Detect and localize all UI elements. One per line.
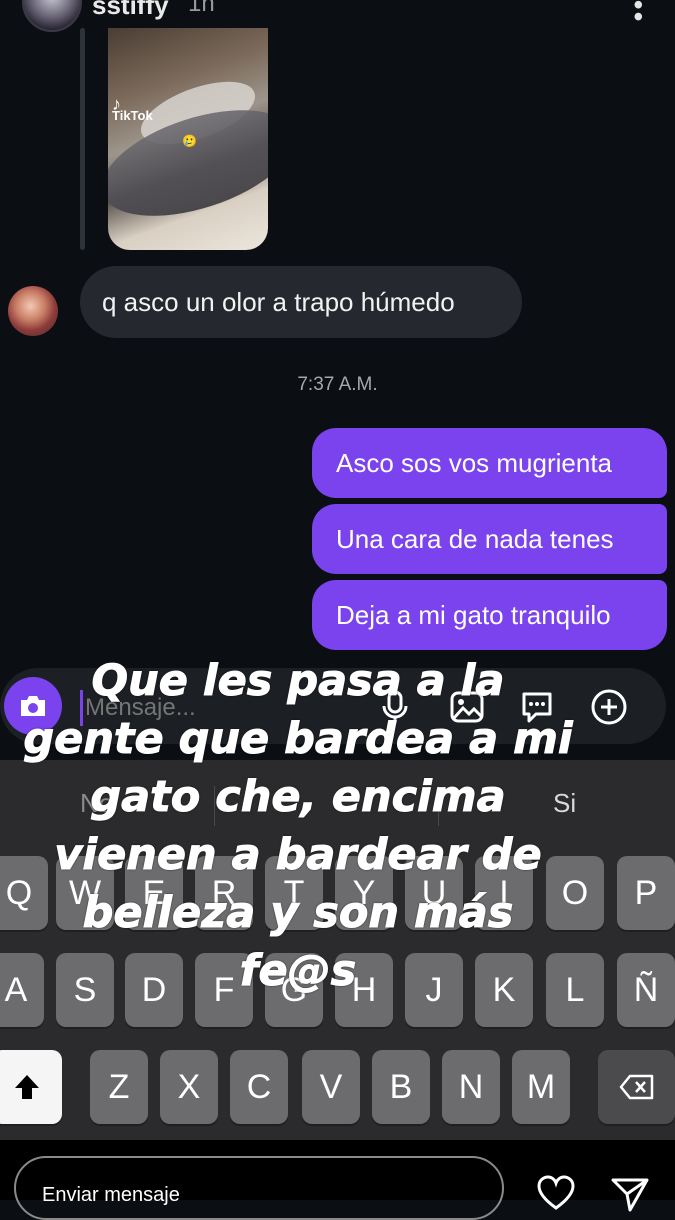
more-vertical-icon[interactable]: •••: [622, 0, 654, 23]
key-enye[interactable]: Ñ: [617, 953, 675, 1027]
message-text: Deja a mi gato tranquilo: [336, 599, 611, 630]
key-c[interactable]: C: [230, 1050, 288, 1124]
backspace-icon: [619, 1074, 653, 1100]
shared-video-thumbnail[interactable]: ♪ TikTok 🥲: [108, 28, 268, 250]
emoji: 🥲: [182, 134, 197, 148]
key-p[interactable]: P: [617, 856, 675, 930]
key-b[interactable]: B: [372, 1050, 430, 1124]
key-z[interactable]: Z: [90, 1050, 148, 1124]
message-bubble-incoming[interactable]: q asco un olor a trapo húmedo: [80, 266, 522, 338]
message-text: Una cara de nada tenes: [336, 523, 614, 554]
story-footer: Enviar mensaje: [0, 1140, 675, 1220]
message-bubble-outgoing[interactable]: Deja a mi gato tranquilo: [312, 580, 667, 650]
message-text: Asco sos vos mugrienta: [336, 447, 613, 478]
sender-avatar[interactable]: [8, 286, 58, 336]
key-m[interactable]: M: [512, 1050, 570, 1124]
shift-icon: [15, 1075, 39, 1099]
key-x[interactable]: X: [160, 1050, 218, 1124]
key-v[interactable]: V: [302, 1050, 360, 1124]
story-caption: Que les pasa a la gente que bardea a mi …: [23, 656, 573, 997]
message-timestamp: 7:37 A.M.: [297, 374, 378, 395]
post-time: 1h: [188, 0, 215, 17]
tiktok-logo: ♪ TikTok: [112, 94, 153, 123]
heart-icon[interactable]: [536, 1174, 576, 1214]
chat-header: sstiffy 1h •••: [0, 0, 675, 32]
plus-icon[interactable]: [590, 688, 628, 726]
reply-indicator: [80, 28, 85, 250]
key-n[interactable]: N: [442, 1050, 500, 1124]
username[interactable]: sstiffy: [92, 0, 169, 21]
message-bubble-outgoing[interactable]: Asco sos vos mugrienta: [312, 428, 667, 498]
message-text: q asco un olor a trapo húmedo: [102, 286, 455, 317]
shift-key[interactable]: [0, 1050, 62, 1124]
backspace-key[interactable]: [598, 1050, 675, 1124]
message-bubble-outgoing[interactable]: Una cara de nada tenes: [312, 504, 667, 574]
send-icon[interactable]: [610, 1174, 650, 1214]
story-reply-placeholder: Enviar mensaje: [42, 1184, 180, 1206]
avatar[interactable]: [22, 0, 82, 32]
